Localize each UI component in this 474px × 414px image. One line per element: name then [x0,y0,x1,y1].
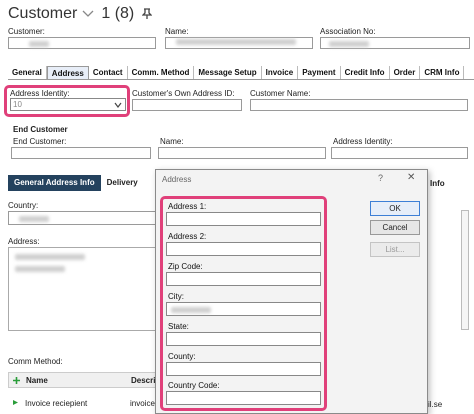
customer-name-field[interactable] [250,99,468,111]
close-icon[interactable]: ✕ [407,172,415,183]
comm-method-label: Comm Method: [8,357,63,366]
subtab-delivery[interactable]: Delivery [101,175,144,191]
own-address-id-label: Customer's Own Address ID: [132,89,235,98]
tab-credit-info[interactable]: Credit Info [341,66,390,79]
highlight-address-identity [4,85,130,117]
list-button[interactable]: List... [370,242,420,257]
row-name: Invoice reciepient [25,399,88,408]
tab-payment[interactable]: Payment [298,66,341,79]
end-name-label: Name: [160,137,184,146]
record-count: 1 (8) [101,5,135,22]
add-icon[interactable] [12,376,21,385]
end-customer-label: End Customer: [13,137,67,146]
main-tabs: General Address Contact Comm. Method Mes… [8,66,474,80]
cancel-button[interactable]: Cancel [370,220,420,235]
tab-order[interactable]: Order [390,66,421,79]
name-label: Name: [165,27,189,36]
page-header: Customer 1 (8) [8,4,153,24]
end-address-identity-label: Address Identity: [333,137,393,146]
association-field[interactable] [320,37,470,49]
highlight-address-fields [160,196,327,411]
tab-contact[interactable]: Contact [89,66,128,79]
end-address-identity-field[interactable] [331,147,468,159]
subtab-info[interactable]: Info [430,179,445,188]
comm-grid-header: Name Descrip [8,372,160,388]
association-label: Association No: [320,27,376,36]
tab-crm-info[interactable]: CRM Info [420,66,465,79]
page-title: Customer [8,5,78,22]
tab-comm-method[interactable]: Comm. Method [128,66,195,79]
own-address-id-field[interactable] [132,99,242,111]
customer-label: Customer: [8,27,45,36]
tab-general[interactable]: General [8,66,47,79]
pin-icon[interactable] [142,8,153,20]
row-tail-text: il.se [428,400,443,409]
end-customer-title: End Customer [13,125,68,134]
tab-address[interactable]: Address [46,66,89,79]
end-customer-field[interactable] [11,147,151,159]
help-icon[interactable]: ? [378,173,383,183]
row-arrow-icon [13,400,18,405]
row-description: invoice [130,399,155,408]
dialog-title: Address [162,175,192,184]
name-field[interactable] [165,37,313,49]
customer-name-label: Customer Name: [250,89,311,98]
scrollbar[interactable] [461,210,469,330]
customer-field[interactable] [8,37,156,49]
country-field[interactable] [8,211,156,225]
table-row[interactable]: Invoice reciepient invoice [8,396,160,410]
tab-invoice[interactable]: Invoice [262,66,299,79]
address-dialog: Address ? ✕ Address 1: Address 2: Zip Co… [155,169,428,414]
ok-button[interactable]: OK [370,201,420,216]
grid-col-name[interactable]: Name [26,376,48,385]
address-textarea[interactable] [8,247,156,331]
tab-message-setup[interactable]: Message Setup [194,66,262,79]
subtab-general-address-info[interactable]: General Address Info [8,175,101,191]
address-subtabs: General Address Info Delivery [8,175,158,191]
address-label: Address: [8,237,40,246]
country-label: Country: [8,201,39,210]
end-name-field[interactable] [158,147,326,159]
chevron-down-icon[interactable] [81,7,95,21]
